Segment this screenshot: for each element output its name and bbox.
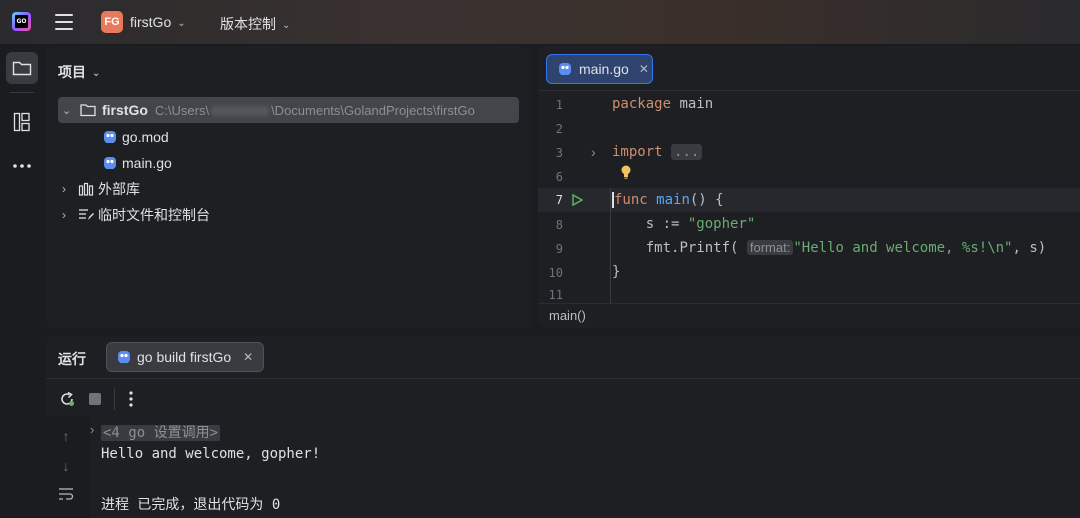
chevron-down-icon: ⌄: [282, 20, 291, 31]
line-number: 6: [555, 170, 563, 184]
code-line-1[interactable]: package main: [612, 96, 713, 112]
tree-item-label: main.go: [122, 155, 172, 171]
vcs-label: 版本控制: [220, 16, 276, 32]
gopher-file-icon: [104, 131, 116, 143]
more-horizontal-icon: [13, 164, 31, 168]
project-tool-button[interactable]: [6, 52, 38, 84]
tab-label: main.go: [579, 61, 629, 77]
tree-item-label: 临时文件和控制台: [98, 207, 210, 223]
line-number: 3: [555, 146, 563, 160]
goland-logo-icon[interactable]: GO: [12, 12, 31, 31]
run-panel: 运行 go build firstGo ✕ ↑ ↓ › <4 go 设置调用> …: [46, 336, 1080, 518]
editor-panel: main.go ✕ 1 2 3 6 7 8 9 10 11 › package …: [538, 46, 1080, 328]
app-logo-text: GO: [15, 15, 28, 28]
folder-icon: [80, 104, 96, 117]
more-vertical-icon: [129, 391, 133, 407]
console-output-line: Hello and welcome, gopher!: [101, 446, 321, 462]
code-line-3[interactable]: import ...: [612, 144, 703, 160]
line-number: 11: [548, 288, 563, 302]
tree-item-label: 外部库: [98, 181, 140, 197]
code-line-9[interactable]: fmt.Printf( format: "Hello and welcome, %…: [612, 240, 1046, 256]
tree-item-label: firstGo: [102, 102, 148, 118]
code-line-7[interactable]: func main() {: [612, 192, 724, 208]
chevron-right-icon[interactable]: ›: [62, 182, 78, 196]
tree-item-go-mod[interactable]: go.mod: [102, 124, 169, 150]
line-number: 7: [555, 193, 563, 207]
tool-window-strip: [0, 44, 44, 518]
tree-item-main-go[interactable]: main.go: [102, 150, 172, 176]
structure-tool-button[interactable]: [6, 106, 38, 138]
fold-expand-icon[interactable]: ›: [591, 144, 596, 160]
line-number: 9: [555, 242, 563, 256]
soft-wrap-icon[interactable]: [56, 484, 76, 504]
project-selector[interactable]: firstGo ⌄: [130, 14, 186, 30]
vcs-menu[interactable]: 版本控制 ⌄: [220, 14, 290, 34]
intention-bulb-icon[interactable]: [620, 164, 632, 180]
parameter-hint: format:: [746, 240, 794, 255]
project-name: firstGo: [130, 14, 172, 30]
breadcrumb[interactable]: main(): [549, 308, 586, 323]
chevron-right-icon[interactable]: ›: [62, 208, 78, 222]
structure-icon: [13, 112, 30, 132]
line-number: 10: [548, 266, 563, 280]
scratch-icon: [79, 209, 94, 220]
project-panel: 项目 ⌄ ⌄ firstGo C:\Users\ \Documents\Goland…: [46, 46, 532, 328]
chevron-down-icon: ⌄: [177, 18, 186, 29]
fold-expand-icon[interactable]: ›: [90, 422, 94, 437]
rerun-button[interactable]: [56, 388, 78, 410]
tree-item-root[interactable]: ⌄ firstGo C:\Users\ \Documents\GolandProj…: [58, 97, 519, 123]
title-bar: GO FG firstGo ⌄ 版本控制 ⌄: [0, 0, 1080, 44]
run-gutter-icon[interactable]: [570, 193, 584, 207]
chevron-down-icon: ⌄: [92, 68, 101, 79]
stop-icon: [89, 393, 101, 405]
run-panel-title: 运行: [58, 351, 86, 367]
line-number: 1: [555, 98, 563, 112]
gopher-file-icon: [559, 63, 571, 75]
gopher-file-icon: [104, 157, 116, 169]
console-fold-line[interactable]: <4 go 设置调用>: [101, 422, 221, 442]
console-exit-line: 进程 已完成，退出代码为 0: [101, 497, 281, 513]
code-line-8[interactable]: s := "gopher": [612, 216, 756, 232]
tree-item-scratches[interactable]: › 临时文件和控制台: [62, 202, 210, 228]
arrow-up-icon[interactable]: ↑: [56, 426, 76, 446]
tab-main-go[interactable]: main.go ✕: [546, 54, 653, 84]
close-icon[interactable]: ✕: [639, 62, 649, 76]
tree-item-label: go.mod: [122, 129, 169, 145]
run-config-tab[interactable]: go build firstGo ✕: [106, 342, 264, 372]
run-tab-label: go build firstGo: [137, 349, 232, 365]
more-tools-button[interactable]: [6, 150, 38, 182]
chevron-down-icon[interactable]: ⌄: [62, 104, 78, 117]
tree-item-external-libs[interactable]: › 外部库: [62, 176, 140, 202]
project-badge[interactable]: FG: [101, 11, 123, 33]
library-icon: [78, 182, 94, 196]
line-number: 2: [555, 122, 563, 136]
project-panel-title[interactable]: 项目 ⌄: [58, 62, 100, 82]
gopher-file-icon: [118, 351, 130, 363]
folder-icon: [12, 61, 32, 76]
stop-button[interactable]: [84, 388, 106, 410]
line-number: 8: [555, 218, 563, 232]
redacted-username: [211, 106, 270, 117]
project-path: C:\Users\ \Documents\GolandProjects\first…: [154, 102, 475, 118]
code-line-10[interactable]: }: [612, 264, 620, 280]
folded-imports[interactable]: ...: [671, 144, 703, 160]
more-options-button[interactable]: [120, 388, 142, 410]
close-icon[interactable]: ✕: [243, 350, 253, 364]
rerun-icon: [61, 391, 74, 406]
main-menu-icon[interactable]: [55, 14, 73, 30]
arrow-down-icon[interactable]: ↓: [56, 456, 76, 476]
